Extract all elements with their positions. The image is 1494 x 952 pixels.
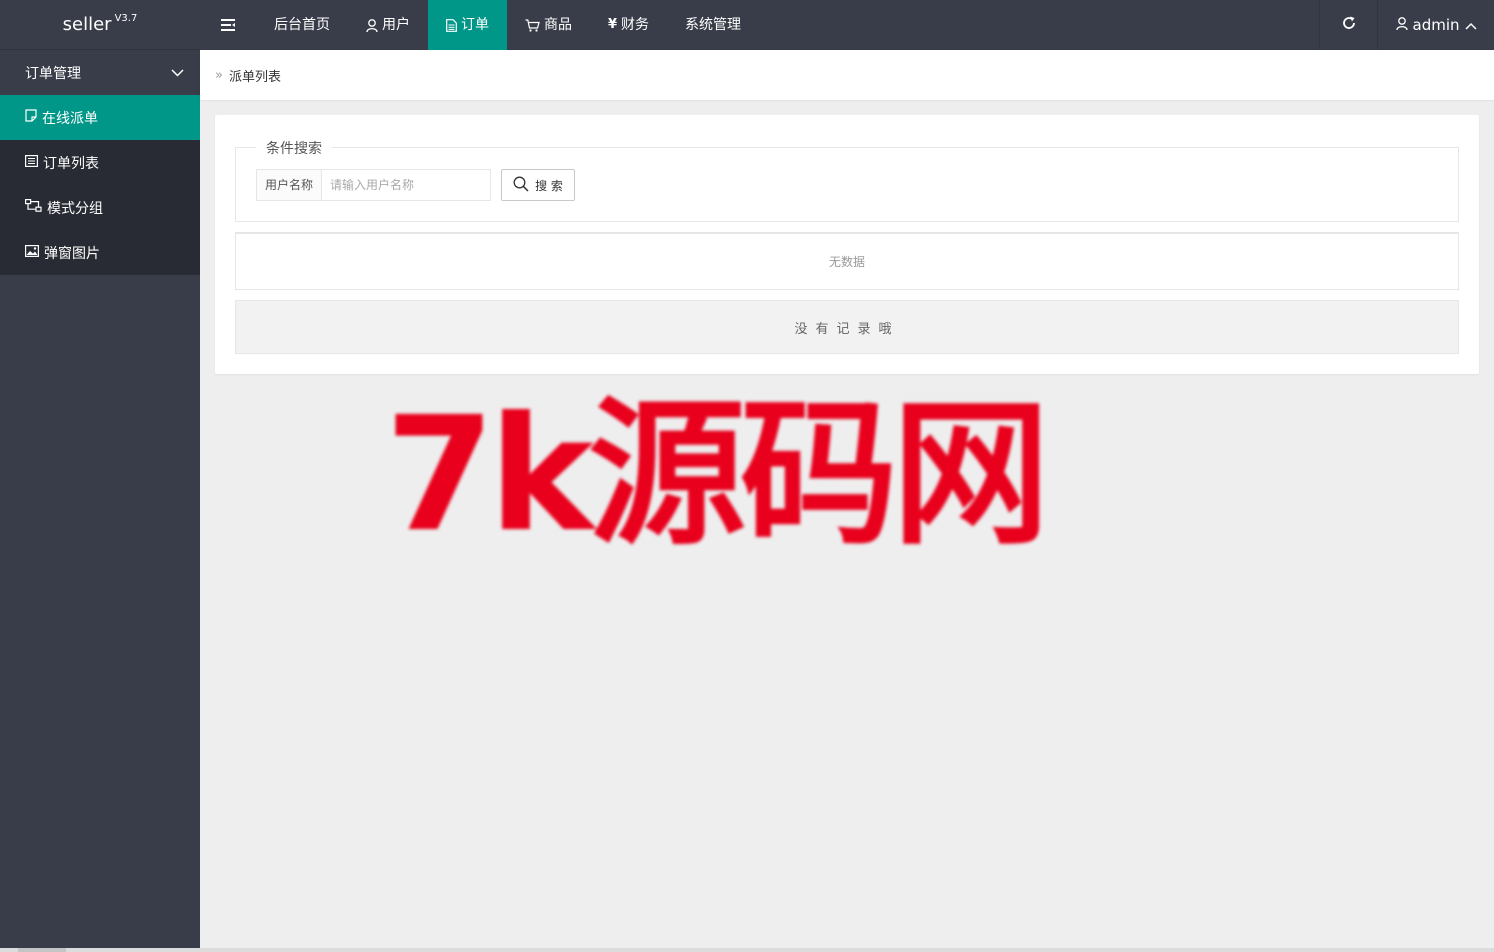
- sidebar-item-label: 订单列表: [43, 155, 99, 172]
- sidebar-item-label: 模式分组: [47, 200, 103, 217]
- search-row: 用户名称 搜 索: [256, 169, 575, 201]
- nav-finance-label: 财务: [621, 17, 650, 33]
- user-icon: [366, 18, 378, 32]
- chevron-up-icon: [1464, 16, 1477, 34]
- no-record-text: 没有记录哦: [794, 321, 900, 337]
- refresh-icon: [1342, 16, 1356, 34]
- nav-order[interactable]: 订单: [428, 0, 507, 50]
- sidebar-submenu: 在线派单 订单列表 模式分组 弹窗图片: [0, 95, 200, 275]
- nav-system-label: 系统管理: [685, 17, 742, 33]
- logo-name: seller: [62, 14, 112, 35]
- group-icon: [25, 199, 42, 216]
- nav-order-label: 订单: [461, 17, 489, 33]
- sidebar-item-online-dispatch[interactable]: 在线派单: [0, 95, 200, 140]
- image-icon: [25, 244, 40, 261]
- file-icon: [446, 18, 457, 32]
- table-empty-text: 无数据: [828, 255, 865, 269]
- sidebar-item-label: 弹窗图片: [44, 245, 100, 262]
- sidebar: 订单管理 在线派单 订单列表 模式分组 弹窗图片: [0, 50, 200, 948]
- sidebar-item-label: 在线派单: [42, 110, 98, 127]
- sidebar-item-order-list[interactable]: 订单列表: [0, 140, 200, 185]
- search-button[interactable]: 搜 索: [501, 169, 575, 201]
- username-input-group: 用户名称: [256, 169, 491, 201]
- search-legend: 条件搜索: [256, 138, 332, 158]
- nav-home[interactable]: 后台首页: [256, 0, 348, 50]
- main-card: 条件搜索 用户名称 搜 索 无数据 没有记录哦: [215, 115, 1479, 374]
- nav-user[interactable]: 用户: [348, 0, 428, 50]
- sidebar-item-popup-image[interactable]: 弹窗图片: [0, 230, 200, 275]
- breadcrumb-current: 派单列表: [228, 69, 281, 85]
- nav-home-label: 后台首页: [274, 17, 330, 33]
- sidebar-group-label: 订单管理: [25, 65, 81, 82]
- menu-toggle-icon: [221, 19, 235, 31]
- data-table: 无数据: [235, 232, 1459, 290]
- nav-goods-label: 商品: [544, 17, 572, 33]
- user-name: admin: [1412, 16, 1460, 34]
- no-record-notice: 没有记录哦: [235, 300, 1459, 354]
- search-fieldset: 条件搜索 用户名称 搜 索: [235, 138, 1459, 222]
- yen-icon: ¥: [608, 17, 618, 32]
- nav-user-label: 用户: [382, 17, 410, 33]
- nav-goods[interactable]: 商品: [507, 0, 590, 50]
- chevron-down-icon: [171, 65, 184, 81]
- sidebar-group-order[interactable]: 订单管理: [0, 50, 200, 95]
- horizontal-scrollbar[interactable]: [0, 948, 1494, 952]
- scrollbar-thumb[interactable]: [18, 948, 66, 952]
- search-icon: [513, 176, 529, 195]
- nav-finance[interactable]: ¥ 财务: [590, 0, 667, 50]
- logo-version: V3.7: [114, 13, 138, 24]
- menu-toggle-button[interactable]: [200, 0, 256, 50]
- note-icon: [25, 109, 37, 126]
- user-menu[interactable]: admin: [1377, 0, 1494, 50]
- search-button-label: 搜 索: [535, 178, 563, 193]
- watermark-logo: 7k源码网: [385, 383, 1050, 567]
- breadcrumb: » 派单列表: [200, 50, 1494, 100]
- nav-system[interactable]: 系统管理: [667, 0, 759, 50]
- top-header: seller V3.7 后台首页 用户 订单 商品 ¥ 财务 系统管理 admi…: [0, 0, 1494, 50]
- user-icon: [1395, 16, 1408, 34]
- refresh-button[interactable]: [1319, 0, 1377, 50]
- top-nav: 后台首页 用户 订单 商品 ¥ 财务 系统管理: [200, 0, 759, 50]
- list-icon: [25, 154, 39, 171]
- username-label: 用户名称: [257, 170, 322, 200]
- double-chevron-icon: »: [215, 67, 223, 83]
- top-right-tools: admin: [1319, 0, 1494, 50]
- sidebar-item-mode-group[interactable]: 模式分组: [0, 185, 200, 230]
- app-logo[interactable]: seller V3.7: [0, 0, 200, 50]
- cart-icon: [525, 18, 540, 32]
- username-input[interactable]: [322, 170, 490, 200]
